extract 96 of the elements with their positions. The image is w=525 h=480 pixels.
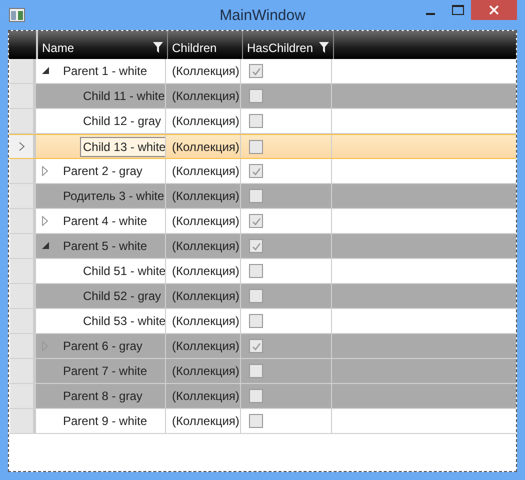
children-cell: (Коллекция) xyxy=(172,339,240,353)
table-row[interactable]: Parent 4 - white (Коллекция) xyxy=(9,209,516,234)
children-cell: (Коллекция) xyxy=(172,414,240,428)
filter-icon[interactable] xyxy=(319,42,329,53)
column-title: HasChildren xyxy=(247,40,314,54)
row-header[interactable] xyxy=(9,84,36,108)
checkbox[interactable] xyxy=(249,164,263,178)
checkbox[interactable] xyxy=(249,289,263,303)
children-cell: (Коллекция) xyxy=(172,189,240,203)
table-row[interactable]: Parent 8 - gray (Коллекция) xyxy=(9,384,516,409)
row-header[interactable] xyxy=(9,359,36,383)
checkbox[interactable] xyxy=(249,140,263,154)
check-icon xyxy=(252,166,260,176)
maximize-icon xyxy=(452,5,464,15)
current-row-icon xyxy=(18,142,24,151)
row-header[interactable] xyxy=(9,59,36,83)
table-row[interactable]: Child 52 - gray (Коллекция) xyxy=(9,284,516,309)
checkbox[interactable] xyxy=(249,189,263,203)
collapsed-icon[interactable] xyxy=(42,166,48,176)
table-row[interactable]: Parent 2 - gray (Коллекция) xyxy=(9,159,516,184)
row-header[interactable] xyxy=(9,409,36,433)
table-row[interactable]: Child 51 - white (Коллекция) xyxy=(9,259,516,284)
name-cell-text: Parent 4 - white xyxy=(62,213,148,230)
children-cell: (Коллекция) xyxy=(172,264,240,278)
name-cell-text: Parent 8 - gray xyxy=(62,388,144,405)
expanded-icon[interactable] xyxy=(42,242,50,250)
table-row[interactable]: Child 13 - white (Коллекция) xyxy=(9,134,516,159)
row-header[interactable] xyxy=(9,109,36,133)
checkbox[interactable] xyxy=(249,64,263,78)
name-cell-text: Parent 6 - gray xyxy=(62,338,144,355)
name-cell-text: Parent 2 - gray xyxy=(62,163,144,180)
table-row[interactable]: Parent 1 - white (Коллекция) xyxy=(9,59,516,84)
table-row[interactable]: Parent 6 - gray (Коллекция) xyxy=(9,334,516,359)
children-cell: (Коллекция) xyxy=(172,389,240,403)
row-header[interactable] xyxy=(9,184,36,208)
expanded-icon[interactable] xyxy=(42,67,50,75)
column-title: Children xyxy=(172,40,217,54)
row-header[interactable] xyxy=(9,334,36,358)
table-row[interactable]: Parent 5 - white (Коллекция) xyxy=(9,234,516,259)
checkbox[interactable] xyxy=(249,314,263,328)
row-header[interactable] xyxy=(9,309,36,333)
check-icon xyxy=(252,216,260,226)
children-cell: (Коллекция) xyxy=(172,364,240,378)
name-cell-text: Child 12 - gray xyxy=(82,113,162,130)
children-cell: (Коллекция) xyxy=(172,64,240,78)
table-row[interactable]: Parent 9 - white (Коллекция) xyxy=(9,409,516,434)
checkbox[interactable] xyxy=(249,114,263,128)
table-row[interactable]: Родитель 3 - white (Коллекция) xyxy=(9,184,516,209)
children-cell: (Коллекция) xyxy=(172,239,240,253)
name-cell: Child 13 - white xyxy=(80,136,165,156)
minimize-icon xyxy=(426,13,435,15)
row-header[interactable] xyxy=(9,234,36,258)
table-row[interactable]: Child 53 - white (Коллекция) xyxy=(9,309,516,334)
name-cell-text: Родитель 3 - white xyxy=(62,188,165,205)
checkbox[interactable] xyxy=(249,389,263,403)
checkbox[interactable] xyxy=(249,339,263,353)
name-cell-text: Child 51 - white xyxy=(82,263,165,280)
children-cell: (Коллекция) xyxy=(172,140,240,154)
row-header[interactable] xyxy=(9,159,36,183)
row-header[interactable] xyxy=(9,284,36,308)
row-header[interactable] xyxy=(9,384,36,408)
name-cell-text: Parent 9 - white xyxy=(62,413,148,430)
table-row[interactable]: Child 11 - white (Коллекция) xyxy=(9,84,516,109)
children-cell: (Коллекция) xyxy=(172,214,240,228)
collapsed-icon[interactable] xyxy=(42,216,48,226)
row-header[interactable] xyxy=(9,135,36,158)
close-button[interactable] xyxy=(471,0,517,20)
name-cell-text: Child 11 - white xyxy=(82,88,165,105)
children-cell: (Коллекция) xyxy=(172,314,240,328)
checkbox[interactable] xyxy=(249,214,263,228)
window-title: MainWindow xyxy=(218,7,306,24)
row-header[interactable] xyxy=(9,259,36,283)
checkbox[interactable] xyxy=(249,89,263,103)
children-cell: (Коллекция) xyxy=(172,164,240,178)
check-icon xyxy=(252,242,260,250)
name-cell-text: Parent 1 - white xyxy=(62,63,148,80)
table-row[interactable]: Child 12 - gray (Коллекция) xyxy=(9,109,516,134)
name-cell-text: Child 53 - white xyxy=(82,313,165,330)
checkbox[interactable] xyxy=(249,264,263,278)
checkbox[interactable] xyxy=(249,364,263,378)
checkbox[interactable] xyxy=(249,239,263,253)
name-cell-text: Child 52 - gray xyxy=(82,288,162,305)
name-cell-text: Parent 5 - white xyxy=(62,238,148,255)
check-icon xyxy=(252,342,260,350)
children-cell: (Коллекция) xyxy=(172,89,240,103)
window-icon xyxy=(9,8,25,22)
table-row[interactable]: Parent 7 - white (Коллекция) xyxy=(9,359,516,384)
close-icon xyxy=(489,5,499,15)
check-icon xyxy=(252,66,260,76)
filter-icon[interactable] xyxy=(153,42,163,53)
column-title: Name xyxy=(42,40,74,54)
checkbox[interactable] xyxy=(249,414,263,428)
name-cell-text: Parent 7 - white xyxy=(62,363,148,380)
children-cell: (Коллекция) xyxy=(172,289,240,303)
children-cell: (Коллекция) xyxy=(172,114,240,128)
row-header[interactable] xyxy=(9,209,36,233)
